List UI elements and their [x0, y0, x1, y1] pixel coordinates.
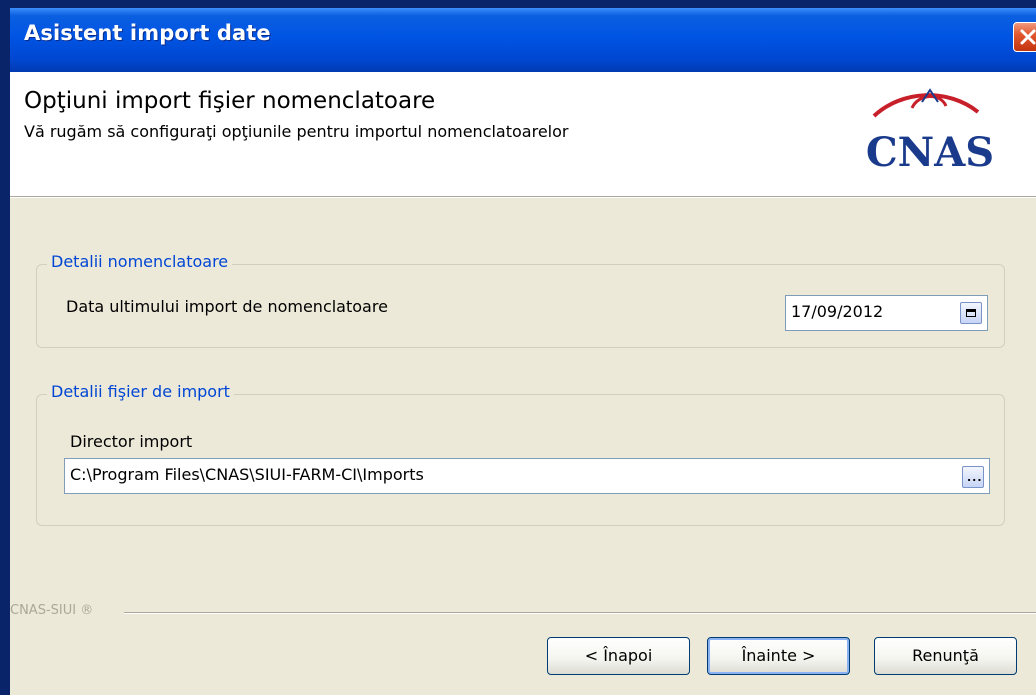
page-subtitle: Vă rugăm să configuraţi opţiunile pentru…: [24, 122, 569, 141]
calendar-icon: [966, 309, 976, 317]
title-bar[interactable]: Asistent import date: [10, 8, 1036, 72]
browse-directory-button[interactable]: ...: [962, 466, 984, 488]
ellipsis-icon: ...: [967, 471, 983, 484]
last-import-date-field[interactable]: 17/09/2012: [785, 295, 988, 331]
group-import-caption: Detalii fişier de import: [47, 382, 234, 401]
close-button[interactable]: [1013, 22, 1036, 52]
import-directory-value: C:\Program Files\CNAS\SIUI-FARM-CI\Impor…: [70, 465, 424, 484]
page-title: Opţiuni import fişier nomenclatoare: [24, 88, 436, 114]
footer-separator: [124, 612, 1036, 614]
last-import-date-label: Data ultimului import de nomenclatoare: [66, 297, 388, 316]
header-separator: [10, 196, 1036, 198]
group-nomenclatoare-caption: Detalii nomenclatoare: [47, 252, 233, 271]
close-icon: [1020, 29, 1036, 45]
import-directory-field[interactable]: C:\Program Files\CNAS\SIUI-FARM-CI\Impor…: [64, 458, 990, 494]
import-directory-label: Director import: [70, 432, 193, 451]
back-button[interactable]: < Înapoi: [547, 637, 690, 675]
wizard-window: Asistent import date Opţiuni import fişi…: [10, 8, 1036, 695]
last-import-date-value: 17/09/2012: [791, 302, 884, 321]
next-button[interactable]: Înainte >: [707, 637, 850, 675]
footer-brand: CNAS-SIUI ®: [10, 603, 94, 618]
window-title: Asistent import date: [24, 21, 271, 45]
cancel-button[interactable]: Renunţă: [874, 637, 1017, 675]
date-picker-button[interactable]: [960, 302, 982, 324]
logo-text: CNAS: [866, 129, 994, 174]
cnas-logo: CNAS: [866, 88, 994, 174]
wizard-header: Opţiuni import fişier nomenclatoare Vă r…: [10, 72, 1036, 196]
